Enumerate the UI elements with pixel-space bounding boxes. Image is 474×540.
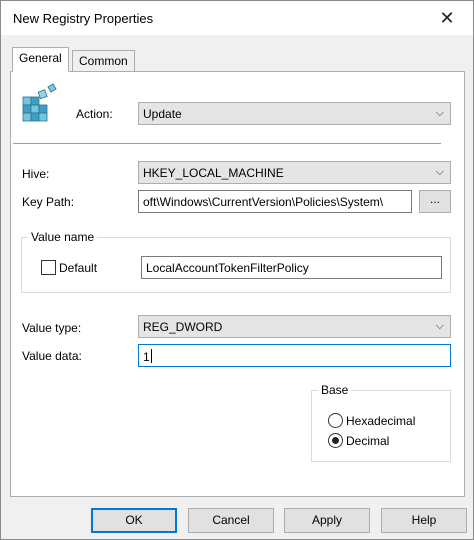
dialog-window: New Registry Properties ✕ General Common… bbox=[0, 0, 474, 540]
browse-button[interactable]: ... bbox=[419, 190, 451, 213]
tab-common[interactable]: Common bbox=[72, 50, 135, 72]
tab-common-label: Common bbox=[79, 54, 128, 68]
chevron-down-icon: ⌵ bbox=[435, 165, 444, 178]
browse-label: ... bbox=[429, 192, 440, 206]
value-type-dropdown[interactable]: REG_DWORD ⌵ bbox=[138, 315, 451, 338]
separator bbox=[13, 143, 441, 144]
close-icon[interactable]: ✕ bbox=[427, 3, 467, 33]
ok-button[interactable]: OK bbox=[91, 508, 177, 533]
value-data-label: Value data: bbox=[22, 349, 82, 363]
value-data-input[interactable]: 1 bbox=[138, 344, 451, 367]
value-type-label: Value type: bbox=[22, 321, 82, 335]
chevron-down-icon: ⌵ bbox=[435, 106, 444, 119]
apply-label: Apply bbox=[311, 513, 343, 527]
cancel-label: Cancel bbox=[212, 513, 250, 527]
apply-button[interactable]: Apply bbox=[284, 508, 370, 533]
help-label: Help bbox=[411, 513, 437, 527]
value-name-value: LocalAccountTokenFilterPolicy bbox=[146, 261, 309, 275]
hive-value: HKEY_LOCAL_MACHINE bbox=[143, 166, 284, 180]
ok-label: OK bbox=[125, 513, 143, 527]
key-path-label: Key Path: bbox=[22, 195, 75, 209]
tab-general-label: General bbox=[19, 51, 62, 65]
decimal-radio[interactable] bbox=[328, 433, 343, 448]
value-type-value: REG_DWORD bbox=[143, 320, 223, 334]
key-path-input[interactable]: oft\Windows\CurrentVersion\Policies\Syst… bbox=[138, 190, 412, 213]
cancel-button[interactable]: Cancel bbox=[188, 508, 274, 533]
action-label: Action: bbox=[76, 107, 113, 121]
action-dropdown[interactable]: Update ⌵ bbox=[138, 102, 451, 125]
value-data-value: 1 bbox=[143, 349, 152, 364]
hexadecimal-label: Hexadecimal bbox=[346, 414, 416, 428]
action-value: Update bbox=[143, 107, 182, 121]
value-name-input[interactable]: LocalAccountTokenFilterPolicy bbox=[141, 256, 442, 279]
hive-dropdown[interactable]: HKEY_LOCAL_MACHINE ⌵ bbox=[138, 161, 451, 184]
window-title: New Registry Properties bbox=[13, 11, 154, 26]
hexadecimal-radio[interactable] bbox=[328, 413, 343, 428]
hive-label: Hive: bbox=[22, 167, 50, 181]
help-button[interactable]: Help bbox=[381, 508, 467, 533]
value-name-group-title: Value name bbox=[28, 230, 98, 244]
decimal-label: Decimal bbox=[346, 434, 390, 448]
key-path-value: oft\Windows\CurrentVersion\Policies\Syst… bbox=[143, 195, 384, 209]
default-checkbox-label: Default bbox=[59, 261, 98, 275]
base-group-title: Base bbox=[318, 383, 352, 397]
chevron-down-icon: ⌵ bbox=[435, 319, 444, 332]
default-checkbox[interactable] bbox=[41, 260, 56, 275]
registry-icon bbox=[22, 83, 57, 122]
tab-general[interactable]: General bbox=[12, 47, 69, 72]
title-bar: New Registry Properties ✕ bbox=[1, 1, 473, 35]
